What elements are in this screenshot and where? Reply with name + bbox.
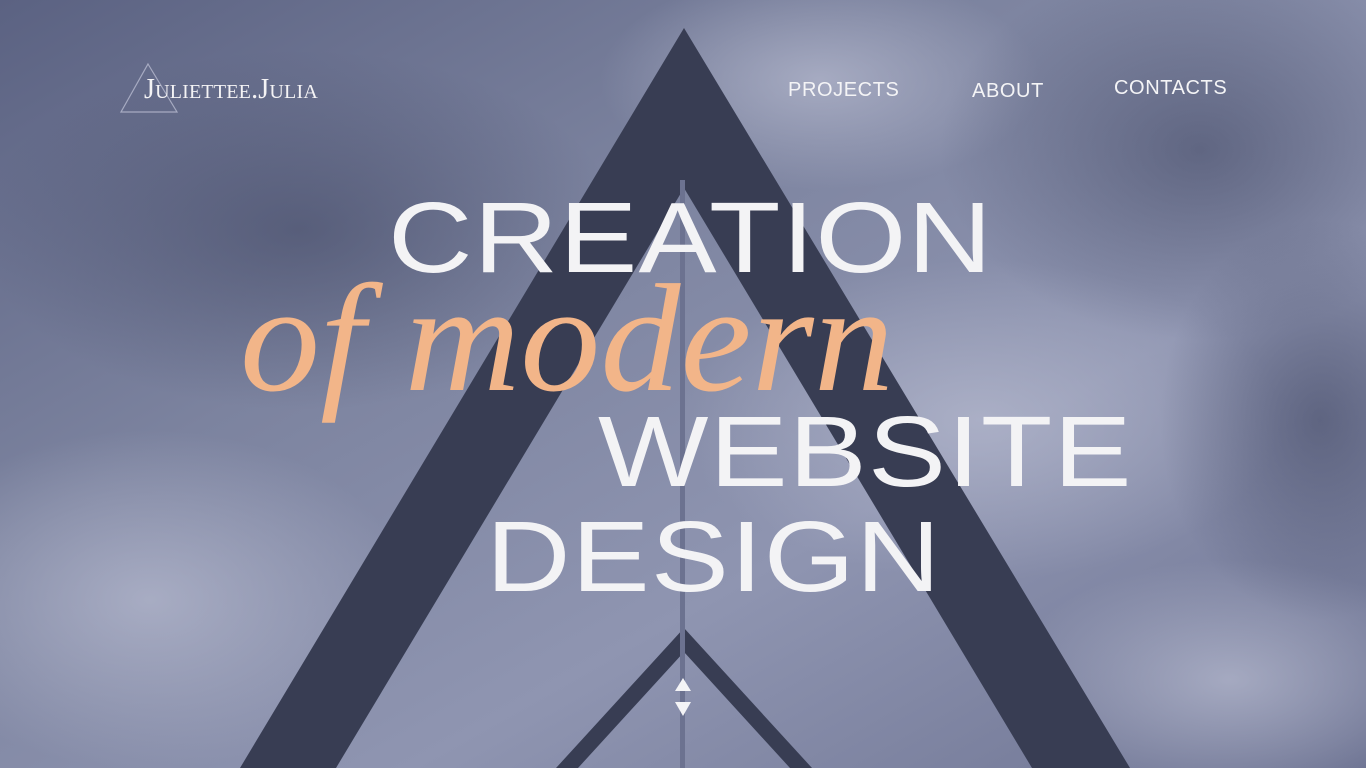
scroll-control[interactable] (672, 676, 694, 718)
logo-text: Juliettee.Julia (144, 74, 318, 105)
hero-title-line-3: WEBSITE (598, 396, 1133, 508)
nav-link-about[interactable]: ABOUT (972, 81, 1044, 101)
triangle-up-icon[interactable] (672, 676, 694, 694)
nav-link-projects[interactable]: PROJECTS (788, 80, 899, 100)
logo[interactable]: Juliettee.Julia (120, 62, 350, 118)
hero-title-line-2: of modern (240, 254, 894, 424)
hero-title-line-4: DESIGN (486, 501, 942, 613)
nav-link-contacts[interactable]: CONTACTS (1114, 78, 1227, 98)
triangle-down-icon[interactable] (672, 700, 694, 718)
